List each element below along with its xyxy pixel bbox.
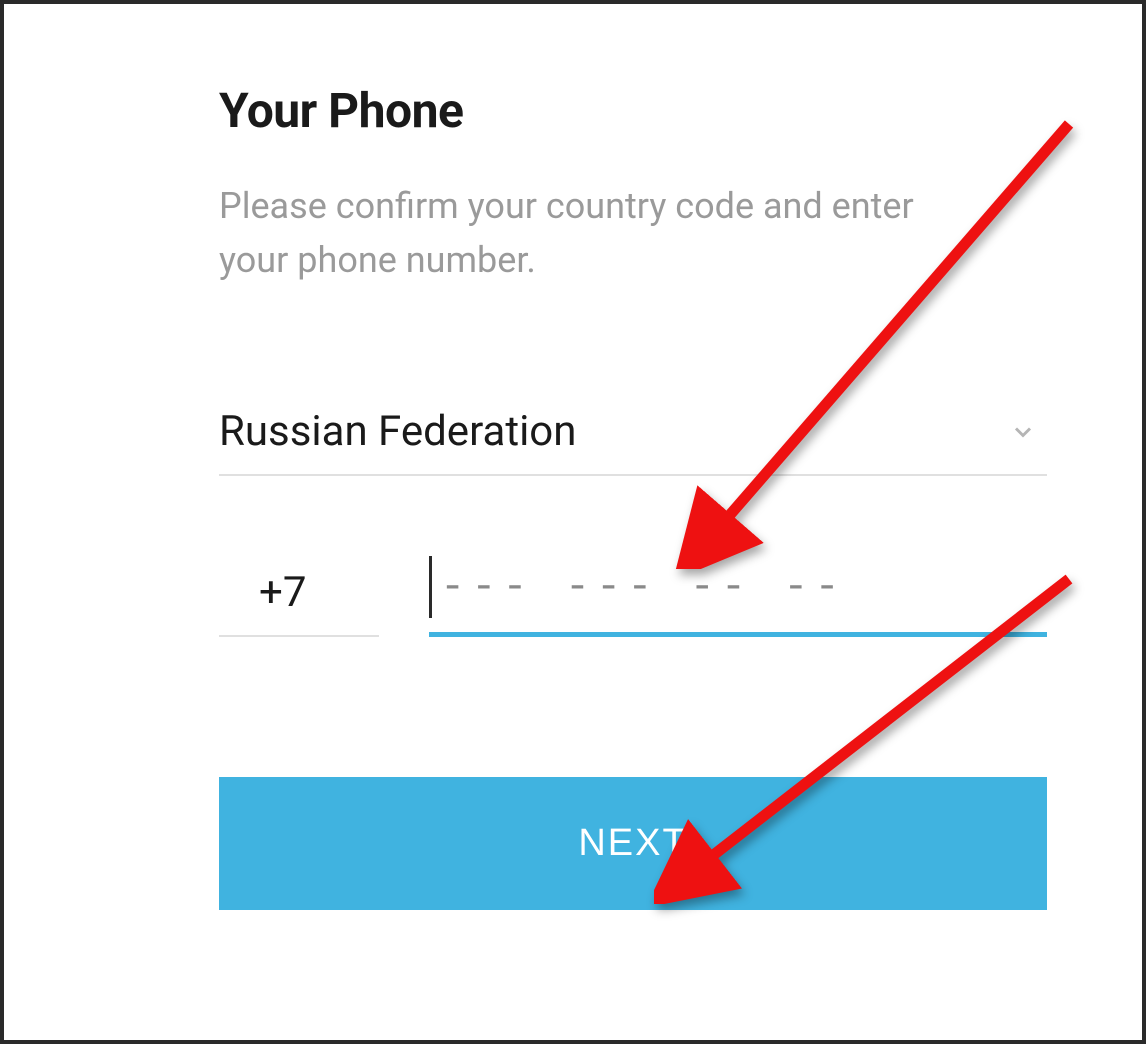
country-name: Russian Federation: [219, 407, 576, 456]
phone-placeholder: --- --- -- --: [440, 563, 846, 611]
phone-input-row: +7 --- --- -- --: [219, 556, 1047, 637]
text-cursor: [429, 556, 432, 618]
page-subtitle: Please confirm your country code and ent…: [219, 179, 939, 287]
chevron-down-icon: [1009, 418, 1037, 446]
phone-number-input[interactable]: --- --- -- --: [429, 556, 1047, 637]
page-title: Your Phone: [219, 82, 1047, 139]
country-code-field[interactable]: +7: [219, 568, 379, 637]
country-selector[interactable]: Russian Federation: [219, 407, 1047, 476]
country-code-value: +7: [259, 568, 306, 617]
next-button[interactable]: NEXT: [219, 777, 1047, 910]
